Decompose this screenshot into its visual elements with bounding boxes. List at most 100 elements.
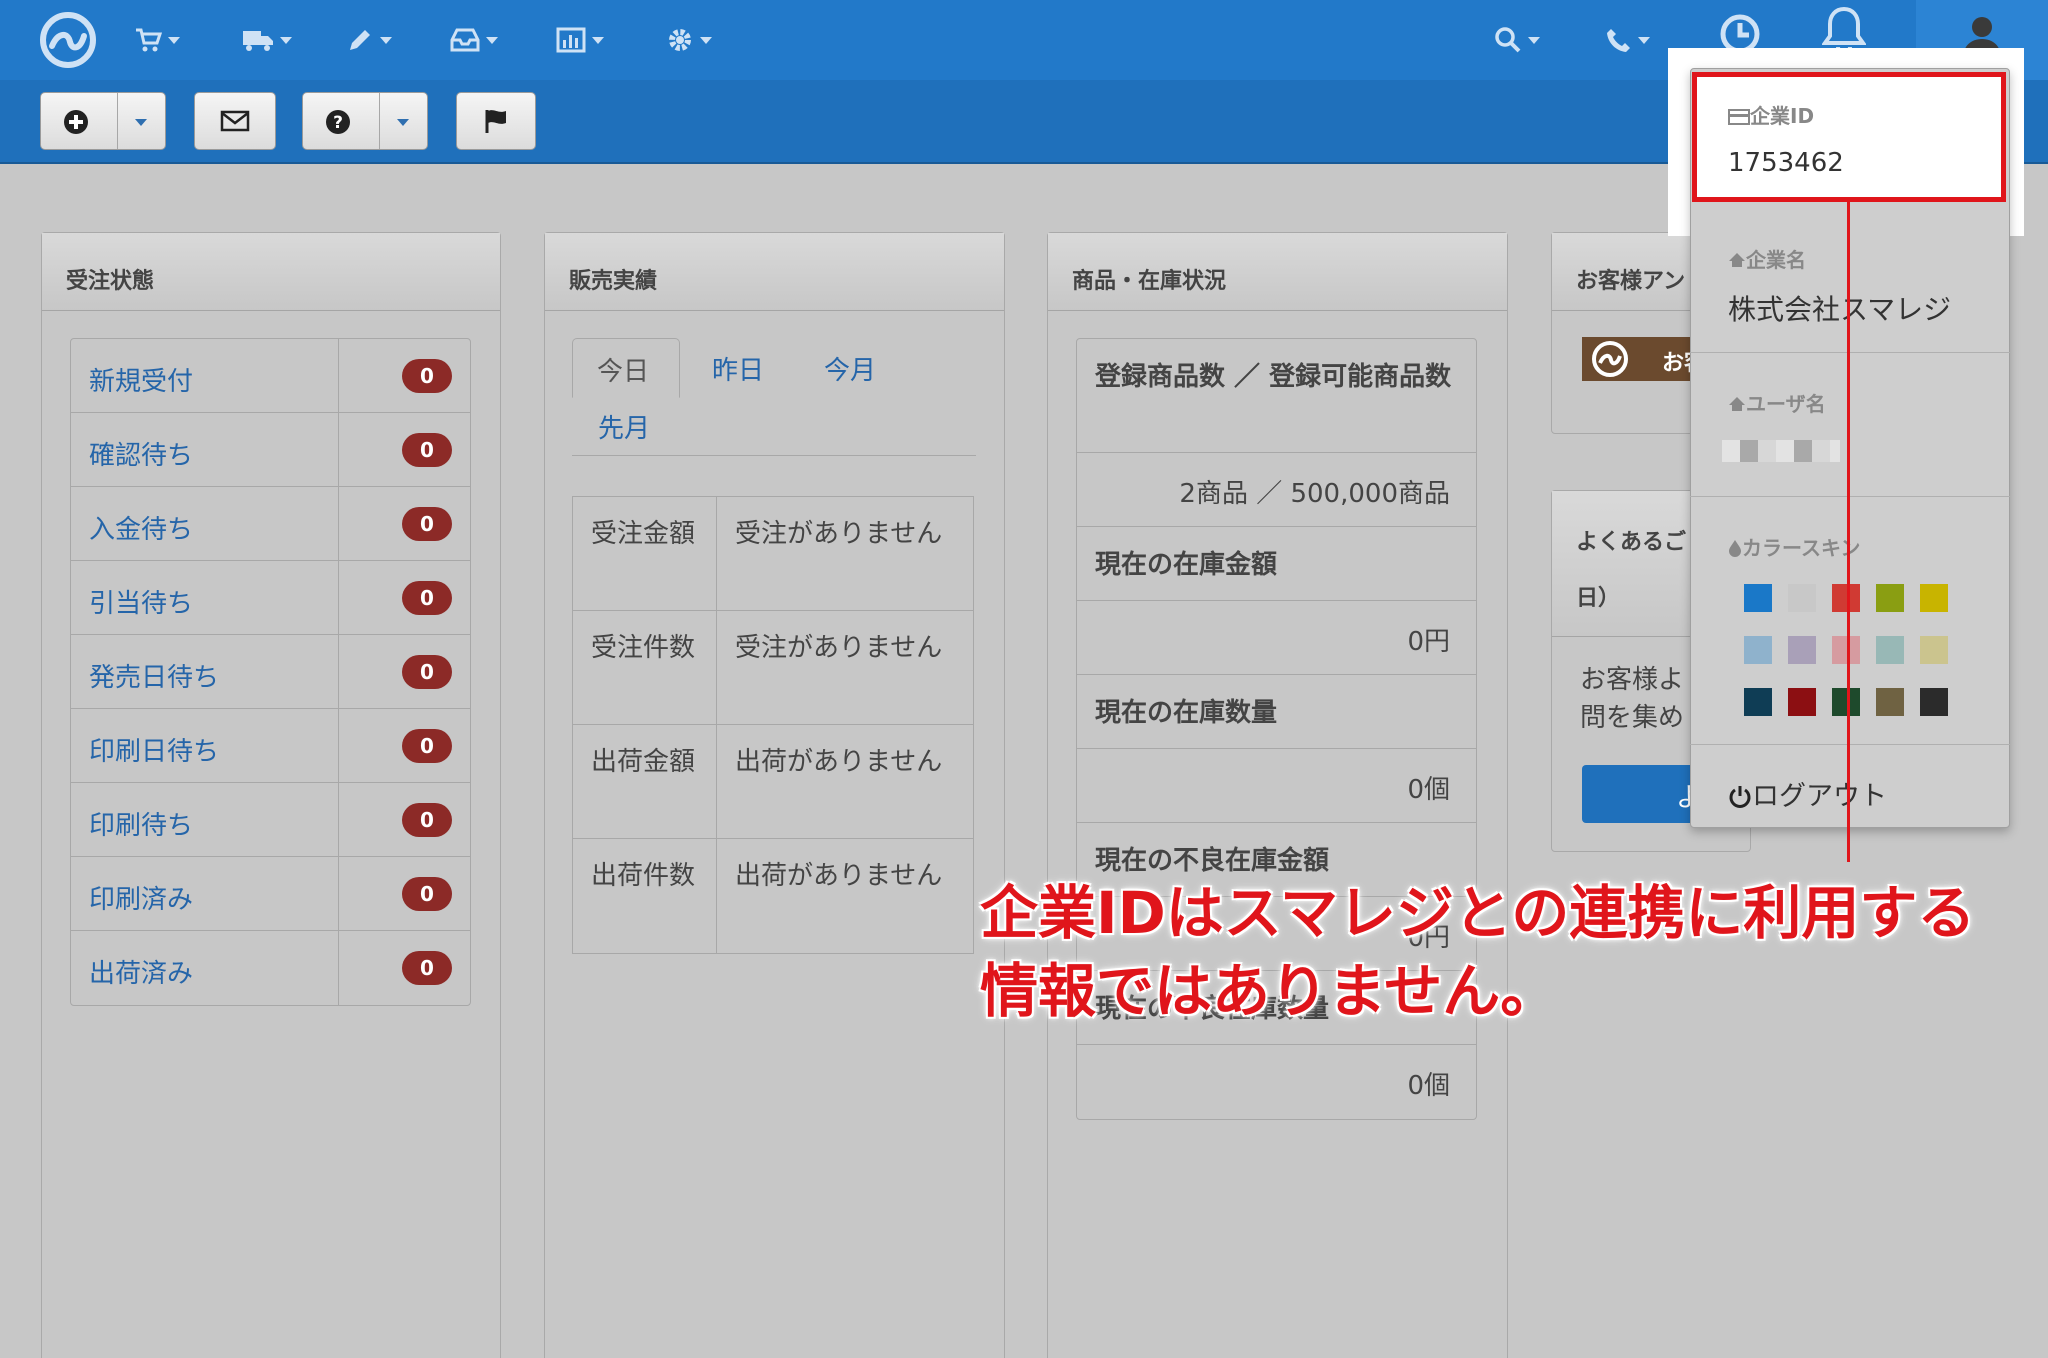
- status-link[interactable]: 確認待ち: [71, 413, 339, 486]
- shipping-menu[interactable]: [242, 22, 292, 58]
- table-row: 出荷件数 出荷がありません: [573, 839, 973, 953]
- list-item[interactable]: 印刷待ち 0: [71, 783, 470, 857]
- search-icon: [1495, 27, 1521, 53]
- status-link[interactable]: 印刷待ち: [71, 783, 339, 856]
- home-icon: [1729, 397, 1745, 411]
- row-key: 出荷件数: [573, 839, 717, 953]
- status-link[interactable]: 入金待ち: [71, 487, 339, 560]
- chevron-down-icon[interactable]: [135, 119, 147, 126]
- status-link[interactable]: 新規受付: [71, 339, 339, 412]
- user-name-redacted: [1722, 440, 1840, 462]
- list-item[interactable]: 入金待ち 0: [71, 487, 470, 561]
- tab-last-month[interactable]: 先月: [598, 408, 650, 445]
- logout-button[interactable]: ログアウト: [1728, 774, 1887, 813]
- notification-button[interactable]: [1822, 6, 1866, 55]
- panel-title: 販売実績: [545, 233, 1004, 311]
- droplet-icon: [1729, 540, 1741, 557]
- tab-this-month[interactable]: 今月: [824, 350, 876, 387]
- inbox-menu[interactable]: [450, 22, 498, 58]
- row-value: 0円: [1407, 627, 1450, 657]
- status-link[interactable]: 印刷日待ち: [71, 709, 339, 782]
- count-badge: 0: [402, 358, 452, 393]
- user-name-label: ユーザ名: [1728, 388, 1826, 417]
- company-id-highlight: [1692, 72, 2006, 202]
- report-menu[interactable]: [556, 22, 604, 58]
- color-swatch[interactable]: [1788, 688, 1816, 716]
- history-button[interactable]: [1718, 14, 1762, 54]
- color-swatch[interactable]: [1920, 636, 1948, 664]
- table-row: 0個: [1077, 749, 1476, 823]
- list-item[interactable]: 発売日待ち 0: [71, 635, 470, 709]
- count-badge: 0: [402, 728, 452, 763]
- search-menu[interactable]: [1494, 22, 1540, 58]
- color-swatch[interactable]: [1744, 636, 1772, 664]
- status-link[interactable]: 出荷済み: [71, 931, 339, 1005]
- color-swatch[interactable]: [1788, 636, 1816, 664]
- color-swatch[interactable]: [1920, 688, 1948, 716]
- color-swatch[interactable]: [1832, 688, 1860, 716]
- status-link[interactable]: 発売日待ち: [71, 635, 339, 708]
- row-value: 2商品 ／ 500,000商品: [1179, 479, 1450, 509]
- company-name-label: 企業名: [1728, 244, 1806, 273]
- app-logo-icon: [1592, 341, 1628, 377]
- table-row: 0円: [1077, 601, 1476, 675]
- color-swatch[interactable]: [1876, 584, 1904, 612]
- table-row: 現在の在庫金額: [1077, 527, 1476, 601]
- inbox-icon: [450, 28, 480, 52]
- phone-icon: [1607, 29, 1630, 52]
- chevron-down-icon[interactable]: [397, 119, 409, 126]
- count-badge: 0: [402, 432, 452, 467]
- color-swatch[interactable]: [1744, 688, 1772, 716]
- add-button[interactable]: [40, 92, 166, 150]
- envelope-icon: [220, 110, 250, 132]
- row-key: 受注金額: [573, 497, 717, 610]
- list-item[interactable]: 出荷済み 0: [71, 931, 470, 1005]
- list-item[interactable]: 確認待ち 0: [71, 413, 470, 487]
- row-key: 受注件数: [573, 611, 717, 724]
- color-swatch[interactable]: [1832, 584, 1860, 612]
- cart-menu[interactable]: [134, 22, 180, 58]
- row-value: 0個: [1407, 1071, 1450, 1101]
- color-swatch[interactable]: [1832, 636, 1860, 664]
- phone-menu[interactable]: [1606, 22, 1650, 58]
- row-value: 受注がありません: [735, 519, 943, 549]
- count-badge: 0: [402, 876, 452, 911]
- row-value: 出荷がありません: [735, 747, 943, 777]
- help-button[interactable]: ?: [302, 92, 428, 150]
- mail-button[interactable]: [194, 92, 276, 150]
- count-badge: 0: [402, 580, 452, 615]
- status-link[interactable]: 印刷済み: [71, 857, 339, 930]
- sales-period-tabs: 今日 昨日 今月 先月: [572, 338, 976, 456]
- list-item[interactable]: 引当待ち 0: [71, 561, 470, 635]
- count-badge: 0: [402, 506, 452, 541]
- settings-menu[interactable]: [666, 22, 712, 58]
- row-value: 0個: [1407, 775, 1450, 805]
- panel-title: 受注状態: [42, 233, 500, 311]
- divider: [1690, 496, 2010, 497]
- tab-yesterday[interactable]: 昨日: [712, 350, 764, 387]
- color-swatch[interactable]: [1876, 688, 1904, 716]
- row-heading: 現在の在庫数量: [1095, 698, 1278, 728]
- divider: [1690, 352, 2010, 353]
- flag-button[interactable]: [456, 92, 536, 150]
- row-value: 出荷がありません: [735, 861, 943, 891]
- color-swatch[interactable]: [1920, 584, 1948, 612]
- list-item[interactable]: 新規受付 0: [71, 339, 470, 413]
- count-badge: 0: [402, 951, 452, 985]
- status-link[interactable]: 引当待ち: [71, 561, 339, 634]
- tab-today[interactable]: 今日: [572, 338, 680, 398]
- list-item[interactable]: 印刷日待ち 0: [71, 709, 470, 783]
- edit-menu[interactable]: [346, 22, 392, 58]
- color-swatch[interactable]: [1788, 584, 1816, 612]
- app-logo[interactable]: [38, 10, 98, 70]
- color-swatch[interactable]: [1876, 636, 1904, 664]
- annotation-text: 企業IDはスマレジとの連携に利用する 情報ではありません。: [980, 879, 1976, 1025]
- pencil-icon: [350, 30, 370, 50]
- list-item[interactable]: 印刷済み 0: [71, 857, 470, 931]
- color-swatch[interactable]: [1744, 584, 1772, 612]
- sales-table: 受注金額 受注がありません 受注件数 受注がありません 出荷金額 出荷がありません 出…: [572, 496, 974, 954]
- order-status-list: 新規受付 0 確認待ち 0 入金待ち 0 引当待ち 0 発売日待ち 0 印刷日待ち 0 印刷…: [70, 338, 471, 1006]
- truck-icon: [243, 31, 273, 51]
- count-badge: 0: [402, 802, 452, 837]
- company-id-value: 1753462: [1728, 148, 1844, 178]
